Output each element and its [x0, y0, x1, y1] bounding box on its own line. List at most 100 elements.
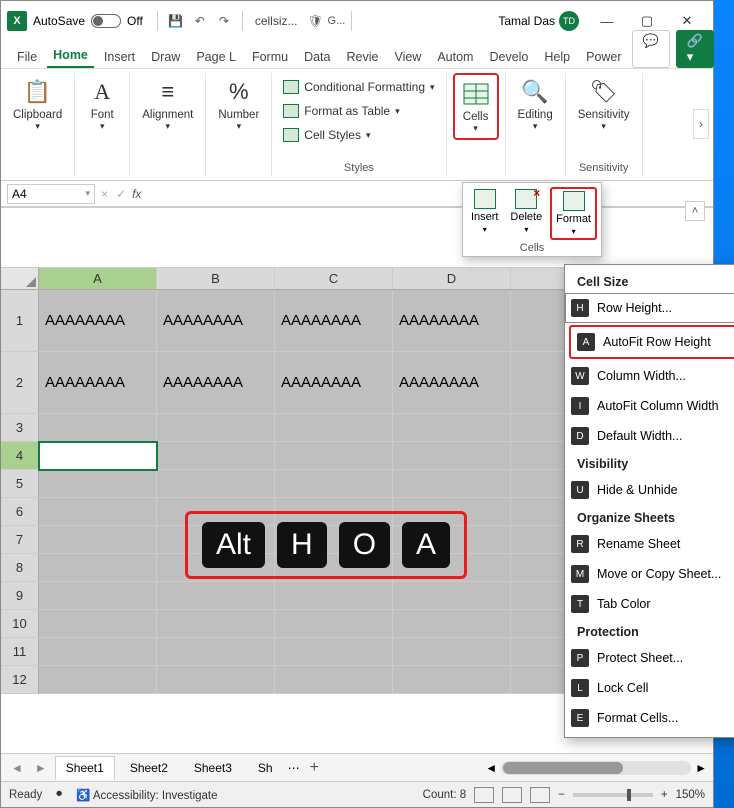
col-header-A[interactable]: A: [39, 268, 157, 289]
add-sheet-button[interactable]: +: [304, 759, 325, 777]
cell[interactable]: [275, 666, 393, 694]
conditional-formatting-button[interactable]: Conditional Formatting ▾: [278, 77, 439, 97]
number-button[interactable]: % Number ▾: [212, 73, 265, 136]
privacy-shield-icon[interactable]: 🛡: [304, 9, 328, 33]
tab-page-layout[interactable]: Page L: [190, 46, 242, 68]
cell[interactable]: [275, 442, 393, 470]
cell[interactable]: [157, 610, 275, 638]
menu-protect-sheet[interactable]: PProtect Sheet...: [565, 643, 734, 673]
zoom-out-button[interactable]: −: [558, 789, 565, 801]
font-button[interactable]: A Font ▾: [81, 73, 123, 136]
cell[interactable]: [39, 470, 157, 498]
cell[interactable]: [157, 470, 275, 498]
cell[interactable]: [275, 470, 393, 498]
zoom-slider[interactable]: [573, 793, 653, 797]
tab-insert[interactable]: Insert: [98, 46, 141, 68]
sheet-nav-prev[interactable]: ◄: [7, 761, 27, 775]
row-header-7[interactable]: 7: [1, 526, 39, 554]
menu-rename-sheet[interactable]: RRename Sheet: [565, 529, 734, 559]
menu-tab-color[interactable]: TTab Color›: [565, 589, 734, 619]
enter-formula-icon[interactable]: ✓: [116, 187, 126, 201]
save-icon[interactable]: 💾: [164, 9, 188, 33]
cell[interactable]: [275, 414, 393, 442]
zoom-thumb[interactable]: [627, 789, 631, 801]
sheet-overflow[interactable]: ⋯: [288, 761, 300, 775]
fx-icon[interactable]: fx: [132, 187, 141, 201]
tab-developer[interactable]: Develo: [483, 46, 534, 68]
cell[interactable]: AAAAAAAA: [393, 290, 511, 352]
row-header-11[interactable]: 11: [1, 638, 39, 666]
document-title[interactable]: cellsiz...: [255, 14, 298, 28]
name-box[interactable]: A4▾: [7, 184, 95, 204]
cell[interactable]: [39, 526, 157, 554]
ribbon-overflow-button[interactable]: ›: [693, 109, 709, 139]
hscroll-right[interactable]: ►: [695, 761, 707, 775]
cell[interactable]: AAAAAAAA: [275, 290, 393, 352]
view-page-break-icon[interactable]: [530, 787, 550, 803]
tab-review[interactable]: Revie: [340, 46, 384, 68]
menu-default-width[interactable]: DDefault Width...: [565, 421, 734, 451]
menu-format-cells[interactable]: EFormat Cells...: [565, 703, 734, 733]
menu-autofit-column-width[interactable]: IAutoFit Column Width: [565, 391, 734, 421]
clipboard-button[interactable]: 📋 Clipboard ▾: [7, 73, 68, 136]
tab-power[interactable]: Power: [580, 46, 627, 68]
row-header-5[interactable]: 5: [1, 470, 39, 498]
hscroll-left[interactable]: ◄: [485, 761, 497, 775]
sheet-nav-next[interactable]: ►: [31, 761, 51, 775]
cell[interactable]: AAAAAAAA: [275, 352, 393, 414]
row-header-12[interactable]: 12: [1, 666, 39, 694]
cell[interactable]: AAAAAAAA: [157, 352, 275, 414]
zoom-level[interactable]: 150%: [676, 789, 705, 801]
row-header-10[interactable]: 10: [1, 610, 39, 638]
tab-help[interactable]: Help: [538, 46, 576, 68]
tab-automate[interactable]: Autom: [431, 46, 479, 68]
menu-hide-unhide[interactable]: UHide & Unhide›: [565, 475, 734, 505]
cell[interactable]: [157, 414, 275, 442]
tab-draw[interactable]: Draw: [145, 46, 186, 68]
cell[interactable]: [39, 610, 157, 638]
cell[interactable]: AAAAAAAA: [39, 352, 157, 414]
cell[interactable]: [157, 582, 275, 610]
menu-autofit-row-height[interactable]: AAutoFit Row Height: [569, 325, 734, 359]
tab-formulas[interactable]: Formu: [246, 46, 294, 68]
row-header-4[interactable]: 4: [1, 442, 39, 470]
row-header-6[interactable]: 6: [1, 498, 39, 526]
row-header-8[interactable]: 8: [1, 554, 39, 582]
cell[interactable]: [39, 554, 157, 582]
sheet-tab-3[interactable]: Sheet3: [183, 756, 243, 780]
col-header-C[interactable]: C: [275, 268, 393, 289]
col-header-B[interactable]: B: [157, 268, 275, 289]
cell-styles-button[interactable]: Cell Styles ▾: [278, 125, 439, 145]
cell[interactable]: [393, 638, 511, 666]
undo-icon[interactable]: ↶: [188, 9, 212, 33]
zoom-in-button[interactable]: +: [661, 789, 668, 801]
cell[interactable]: [393, 470, 511, 498]
insert-cells-button[interactable]: Insert▾: [467, 187, 503, 240]
tab-view[interactable]: View: [388, 46, 427, 68]
view-normal-icon[interactable]: [474, 787, 494, 803]
redo-icon[interactable]: ↷: [212, 9, 236, 33]
menu-lock-cell[interactable]: LLock Cell: [565, 673, 734, 703]
cell[interactable]: [39, 442, 157, 470]
format-as-table-button[interactable]: Format as Table ▾: [278, 101, 439, 121]
autosave-toggle[interactable]: AutoSave Off: [33, 14, 143, 28]
menu-move-copy-sheet[interactable]: MMove or Copy Sheet...: [565, 559, 734, 589]
cell[interactable]: [157, 666, 275, 694]
cell[interactable]: AAAAAAAA: [157, 290, 275, 352]
cells-button[interactable]: Cells ▾: [453, 73, 499, 140]
hscroll-thumb[interactable]: [503, 762, 623, 774]
cell[interactable]: AAAAAAAA: [393, 352, 511, 414]
cell[interactable]: [393, 610, 511, 638]
sheet-tab-4[interactable]: Sh: [247, 756, 284, 780]
select-all-corner[interactable]: [1, 268, 39, 289]
cell[interactable]: [39, 666, 157, 694]
cell[interactable]: [275, 638, 393, 666]
menu-row-height[interactable]: HRow Height...: [565, 293, 734, 323]
sheet-tab-1[interactable]: Sheet1: [55, 756, 115, 780]
tab-data[interactable]: Data: [298, 46, 336, 68]
row-header-2[interactable]: 2: [1, 352, 39, 414]
view-page-layout-icon[interactable]: [502, 787, 522, 803]
toggle-off-icon[interactable]: [91, 14, 121, 28]
tab-home[interactable]: Home: [47, 44, 94, 68]
cell[interactable]: [39, 638, 157, 666]
